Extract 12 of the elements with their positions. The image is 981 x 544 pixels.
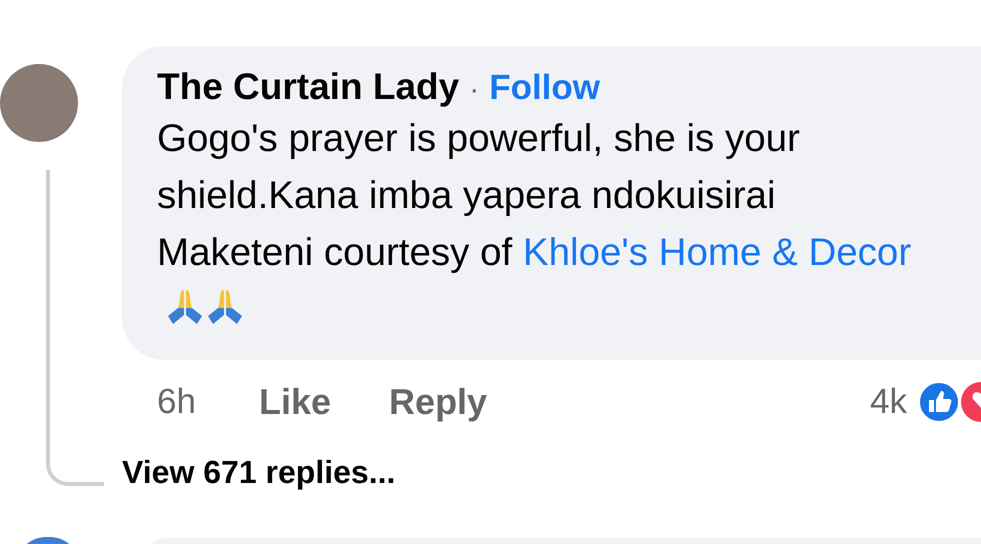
avatar[interactable] (0, 64, 78, 142)
action-button[interactable]: Like (259, 381, 332, 423)
page-link[interactable]: Khloe's Home & Decor (522, 231, 912, 274)
view-replies-link[interactable]: View 671 replies... (122, 454, 396, 491)
action-button[interactable]: Reply (389, 381, 488, 423)
follow-button[interactable]: Follow (489, 68, 600, 108)
thumbs-up-icon (917, 380, 961, 424)
comment-text: Gogo's prayer is powerful, she is your shield.Kana imba yapera ndokuisirai Maketeni courtesy of Khloe's Home & Decor (157, 110, 927, 338)
comment-time: 6h (157, 382, 197, 422)
author-name[interactable]: The Curtain Lady (157, 66, 460, 108)
reaction-count[interactable]: 4k (870, 382, 907, 422)
separator-dot: · (469, 73, 480, 107)
